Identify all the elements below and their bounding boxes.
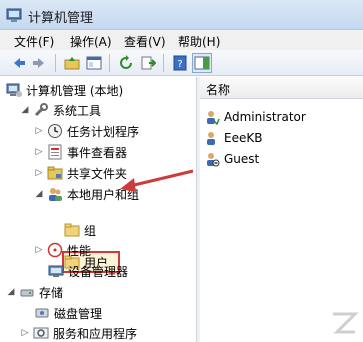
export-icon — [141, 56, 156, 70]
export-list-button[interactable] — [138, 53, 158, 73]
forward-arrow-icon — [33, 58, 44, 68]
details-list: 名称 Administrator EeeKB Guest — [200, 77, 363, 342]
help-button[interactable]: ? — [170, 53, 190, 73]
tree-label: 任务计划程序 — [67, 124, 140, 139]
tree-label: 计算机管理 (本地) — [26, 83, 124, 98]
collapse-arrow-icon[interactable]: ◢ — [34, 189, 44, 199]
tools-icon — [34, 103, 48, 117]
tree-item-system-tools[interactable]: ◢ 系统工具 — [20, 100, 101, 120]
shared-folder-icon — [47, 166, 63, 180]
column-header-label: 名称 — [206, 83, 231, 97]
event-viewer-icon — [48, 144, 62, 160]
tree-label: 系统工具 — [53, 103, 102, 118]
back-arrow-icon — [14, 58, 25, 68]
menu-file[interactable]: 文件(F) — [14, 33, 54, 50]
back-button[interactable] — [8, 53, 28, 73]
action-pane-icon — [194, 56, 210, 70]
watermark-logo-icon — [333, 312, 359, 334]
toolbar-separator — [109, 54, 110, 72]
menu-view[interactable]: 查看(V) — [124, 33, 166, 50]
folder-icon — [64, 223, 80, 237]
tree-label: 磁盘管理 — [54, 306, 103, 321]
menu-action[interactable]: 操作(A) — [70, 33, 112, 50]
collapse-arrow-icon[interactable]: ◢ — [20, 105, 30, 115]
tree-item-performance[interactable]: ▷ 性能 — [34, 240, 91, 260]
tree-item-shared-folders[interactable]: ▷ 共享文件夹 — [34, 163, 127, 183]
console-tree: 计算机管理 (本地) ◢ 系统工具 ▷ 任务计划程序 ▷ 事件查看器 ▷ 共享文… — [0, 77, 196, 342]
toolbar-separator — [163, 54, 164, 72]
column-header-name[interactable]: 名称 — [200, 77, 363, 99]
menu-bar: 文件(F) 操作(A) 查看(V) 帮助(H) — [0, 30, 363, 50]
refresh-icon — [120, 55, 132, 69]
refresh-button[interactable] — [116, 53, 136, 73]
up-folder-button[interactable] — [62, 53, 82, 73]
tree-label: 设备管理器 — [68, 264, 129, 279]
tree-item-services-applications[interactable]: ▷ 服务和应用程序 — [20, 323, 137, 342]
computer-management-icon — [6, 8, 22, 22]
tree-item-task-scheduler[interactable]: ▷ 任务计划程序 — [34, 121, 139, 141]
expand-arrow-icon[interactable]: ▷ — [34, 126, 44, 136]
device-manager-icon — [48, 265, 64, 277]
users-group-icon — [49, 188, 62, 201]
expand-arrow-icon[interactable]: ▷ — [34, 168, 44, 178]
collapse-arrow-icon[interactable]: ◢ — [6, 287, 16, 297]
user-name: Guest — [224, 152, 260, 166]
user-name: EeeKB — [224, 131, 263, 145]
performance-icon — [47, 242, 63, 258]
show-tree-button[interactable] — [84, 53, 104, 73]
expand-arrow-icon[interactable]: ▷ — [34, 147, 44, 157]
title-bar: 计算机管理 — [0, 0, 363, 30]
services-icon — [33, 327, 49, 339]
tree-item-storage[interactable]: ◢ 存储 — [6, 282, 63, 302]
clock-icon — [48, 124, 62, 138]
tree-item-groups[interactable]: 组 — [64, 220, 96, 240]
user-name: Administrator — [224, 110, 306, 124]
tree-item-event-viewer[interactable]: ▷ 事件查看器 — [34, 142, 127, 162]
storage-icon — [20, 289, 34, 297]
user-icon — [207, 132, 215, 145]
tree-label: 事件查看器 — [67, 145, 128, 160]
show-action-pane-button[interactable] — [192, 53, 212, 73]
toolbar-separator — [55, 54, 56, 72]
svg-text:?: ? — [177, 59, 182, 70]
console-tree-icon — [86, 56, 102, 70]
tree-item-disk-management[interactable]: 磁盘管理 — [34, 303, 102, 323]
tree-label: 性能 — [67, 243, 92, 258]
expand-arrow-icon[interactable]: ▷ — [20, 328, 30, 338]
list-item[interactable]: Guest — [204, 149, 259, 169]
tree-item-device-manager[interactable]: 设备管理器 — [48, 261, 128, 281]
toolbar: ? — [0, 50, 363, 76]
user-icon — [207, 111, 220, 125]
annotation-arrow-icon — [120, 169, 194, 192]
tree-label: 服务和应用程序 — [53, 326, 138, 341]
computer-management-icon — [6, 83, 22, 97]
disk-management-icon — [35, 308, 49, 318]
list-item[interactable]: EeeKB — [204, 128, 262, 148]
user-disabled-icon — [207, 153, 220, 167]
tree-label: 存储 — [39, 285, 64, 300]
expand-arrow-icon[interactable]: ▷ — [34, 245, 44, 255]
folder-up-icon — [64, 57, 80, 70]
tree-item-computer-management[interactable]: 计算机管理 (本地) — [6, 80, 123, 100]
list-item[interactable]: Administrator — [204, 107, 306, 127]
help-icon: ? — [173, 55, 187, 71]
window-title: 计算机管理 — [28, 11, 94, 26]
forward-button[interactable] — [30, 53, 50, 73]
tree-label: 组 — [84, 223, 97, 238]
menu-help[interactable]: 帮助(H) — [178, 33, 220, 50]
